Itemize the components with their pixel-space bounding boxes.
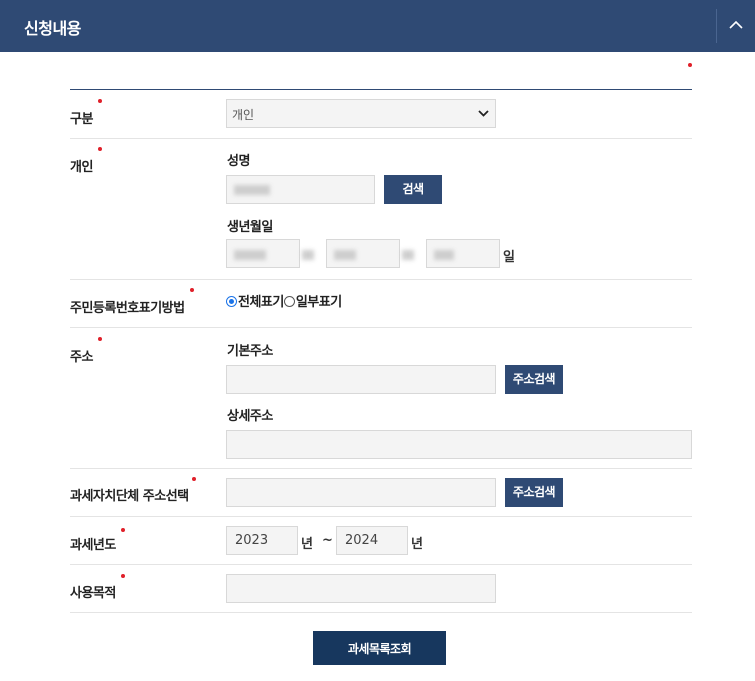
name-label: 성명 [227, 154, 250, 169]
radio-partial-label[interactable]: 일부표기 [296, 295, 342, 310]
section-header: 신청내용 [0, 0, 755, 52]
chevron-up-icon [729, 20, 743, 29]
redacted-birth-month [334, 250, 356, 260]
address-search-button[interactable]: 주소검색 [505, 365, 563, 394]
tax-list-query-button[interactable]: 과세목록조회 [313, 631, 446, 665]
row-divider [70, 279, 692, 280]
row-divider [70, 516, 692, 517]
detail-address-input[interactable] [226, 430, 692, 459]
tax-year-from-unit: 년 [301, 537, 313, 552]
radio-full-label[interactable]: 전체표기 [238, 295, 284, 310]
required-mark [121, 574, 125, 578]
form-top-rule [70, 89, 692, 90]
required-mark [98, 147, 102, 151]
required-mark [688, 63, 692, 67]
purpose-input[interactable] [226, 574, 496, 603]
gov-select-label: 과세자치단체 주소선택 [70, 489, 189, 504]
individual-label: 개인 [70, 160, 93, 175]
tax-year-from-input[interactable] [226, 526, 298, 555]
address-label: 주소 [70, 350, 93, 365]
name-search-button[interactable]: 검색 [384, 175, 442, 204]
row-divider [70, 468, 692, 469]
row-divider [70, 564, 692, 565]
chevron-down-icon [478, 110, 489, 117]
gov-address-search-button[interactable]: 주소검색 [505, 478, 563, 507]
id-display-label: 주민등록번호표기방법 [70, 301, 185, 316]
collapse-button[interactable] [717, 0, 755, 52]
redacted-birth-year [234, 250, 266, 260]
id-display-options: 전체표기 일부표기 [226, 291, 342, 310]
basic-address-input[interactable] [226, 365, 496, 394]
tax-year-label: 과세년도 [70, 538, 116, 553]
purpose-label: 사용목적 [70, 586, 116, 601]
detail-address-label: 상세주소 [227, 409, 273, 424]
row-divider [70, 612, 692, 613]
required-mark [190, 288, 194, 292]
birth-label: 생년월일 [227, 220, 273, 235]
redacted-birth-day [434, 250, 454, 260]
category-select-value: 개인 [232, 108, 255, 122]
radio-full[interactable] [226, 296, 237, 307]
category-select[interactable]: 개인 [226, 99, 496, 128]
redacted-month-unit [402, 250, 414, 260]
tax-year-to-input[interactable] [336, 526, 408, 555]
required-mark [98, 337, 102, 341]
redacted-year-unit [302, 250, 314, 260]
row-divider [70, 138, 692, 139]
tax-year-to-unit: 년 [411, 537, 423, 552]
required-mark [192, 477, 196, 481]
radio-partial[interactable] [283, 296, 295, 307]
day-unit: 일 [503, 250, 515, 265]
required-mark [98, 99, 102, 103]
basic-address-label: 기본주소 [227, 344, 273, 359]
gov-address-input[interactable] [226, 478, 496, 507]
row-divider [70, 327, 692, 328]
required-mark [121, 528, 125, 532]
tax-year-tilde: ~ [322, 533, 333, 548]
category-label: 구분 [70, 112, 93, 127]
redacted-name [234, 185, 270, 195]
section-title: 신청내용 [24, 19, 81, 38]
